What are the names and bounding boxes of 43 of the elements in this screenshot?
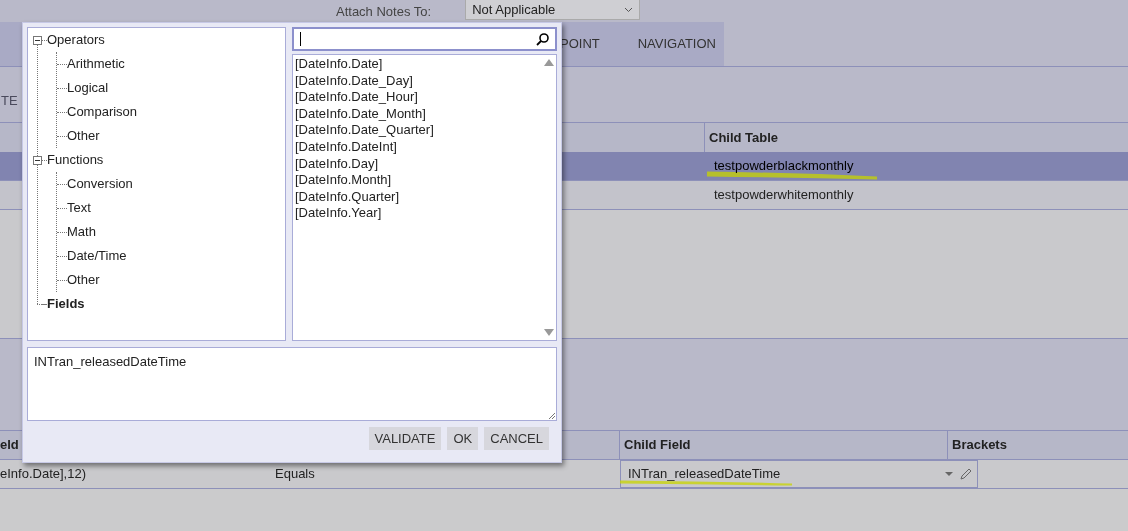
tree-item[interactable]: Operators xyxy=(47,30,105,50)
search-field[interactable] xyxy=(292,27,557,51)
tree-item[interactable]: Arithmetic xyxy=(67,54,125,74)
list-item[interactable]: [DateInfo.Day] xyxy=(295,155,542,173)
list-item[interactable]: [DateInfo.Date_Hour] xyxy=(295,89,542,106)
field-value: INTran_releasedDateTime xyxy=(628,466,781,482)
pencil-icon[interactable] xyxy=(959,467,973,481)
column-header: Child Field xyxy=(624,436,691,455)
expression-field[interactable]: INTran_releasedDateTime xyxy=(27,347,557,421)
list-item[interactable]: [DateInfo.Date] xyxy=(295,56,542,73)
caret-icon xyxy=(945,472,953,476)
collapse-icon[interactable] xyxy=(33,155,42,165)
collapse-icon[interactable] xyxy=(33,35,42,45)
chevron-down-icon xyxy=(624,6,634,13)
list-item[interactable]: [DateInfo.Quarter] xyxy=(295,188,542,206)
table-cell-text: eInfo.Date],12) xyxy=(0,465,87,484)
dialog-button[interactable]: VALIDATE xyxy=(368,427,442,450)
tree-item[interactable]: Math xyxy=(67,222,96,242)
tree-item[interactable]: Functions xyxy=(47,150,104,170)
column-header: Child Table xyxy=(709,128,779,147)
tree-item[interactable]: Fields xyxy=(47,294,85,314)
tree-item[interactable]: Logical xyxy=(67,78,109,98)
resize-handle-icon[interactable] xyxy=(548,412,555,419)
table-cell-text: Equals xyxy=(274,465,316,484)
tab[interactable]: NAVIGATION xyxy=(637,34,716,54)
table-cell: testpowderblackmonthly xyxy=(714,159,854,173)
field-label: Attach Notes To: xyxy=(336,3,432,21)
list-item[interactable]: [DateInfo.Date_Quarter] xyxy=(295,122,542,139)
select-field[interactable]: INTran_releasedDateTime xyxy=(620,460,978,488)
table-cell: testpowderwhitemonthly xyxy=(714,188,854,202)
dialog-button[interactable]: CANCEL xyxy=(484,427,549,450)
scroll-down-icon[interactable] xyxy=(544,329,554,336)
search-icon xyxy=(536,32,549,46)
list-item[interactable]: [DateInfo.Date_Day] xyxy=(295,72,542,90)
tree-item[interactable]: Date/Time xyxy=(67,246,127,266)
tree-item[interactable]: Other xyxy=(67,126,100,146)
tree-item[interactable]: Comparison xyxy=(67,102,138,122)
tree-item[interactable]: Other xyxy=(67,270,100,290)
column-header: Brackets xyxy=(952,436,1007,455)
column-header: eld xyxy=(0,436,19,455)
select-field[interactable]: Not Applicable xyxy=(465,0,641,20)
list-item[interactable]: [DateInfo.Date_Month] xyxy=(295,105,542,123)
dialog-button[interactable]: OK xyxy=(447,427,479,450)
